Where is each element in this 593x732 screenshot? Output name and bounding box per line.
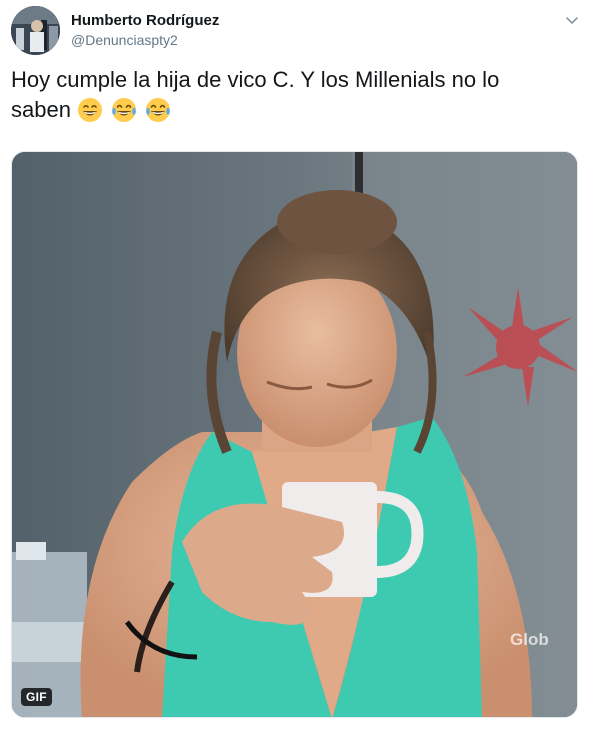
channel-watermark: Glob [510,630,549,649]
author-handle[interactable]: @Denunciaspty2 [71,31,178,49]
chevron-down-icon[interactable] [561,10,583,32]
emoji-row [77,97,173,122]
tweet: Humberto Rodríguez @Denunciaspty2 Hoy cu… [0,0,593,732]
tweet-text: Hoy cumple la hija de vico C. Y los Mill… [11,65,571,125]
tweet-text-line-1: Hoy cumple la hija de vico C. Y los Mill… [11,67,500,92]
face-with-tears-of-joy-icon [145,97,171,123]
gif-badge: GIF [21,688,52,706]
face-with-tears-of-joy-icon [111,97,137,123]
gif-media[interactable]: GIF Glob [11,151,578,718]
grinning-face-with-smiling-eyes-icon [77,97,103,123]
author-display-name[interactable]: Humberto Rodríguez [71,12,219,30]
gif-frame-image [12,152,577,717]
tweet-text-line-2: saben [11,97,71,122]
avatar[interactable] [11,6,60,55]
